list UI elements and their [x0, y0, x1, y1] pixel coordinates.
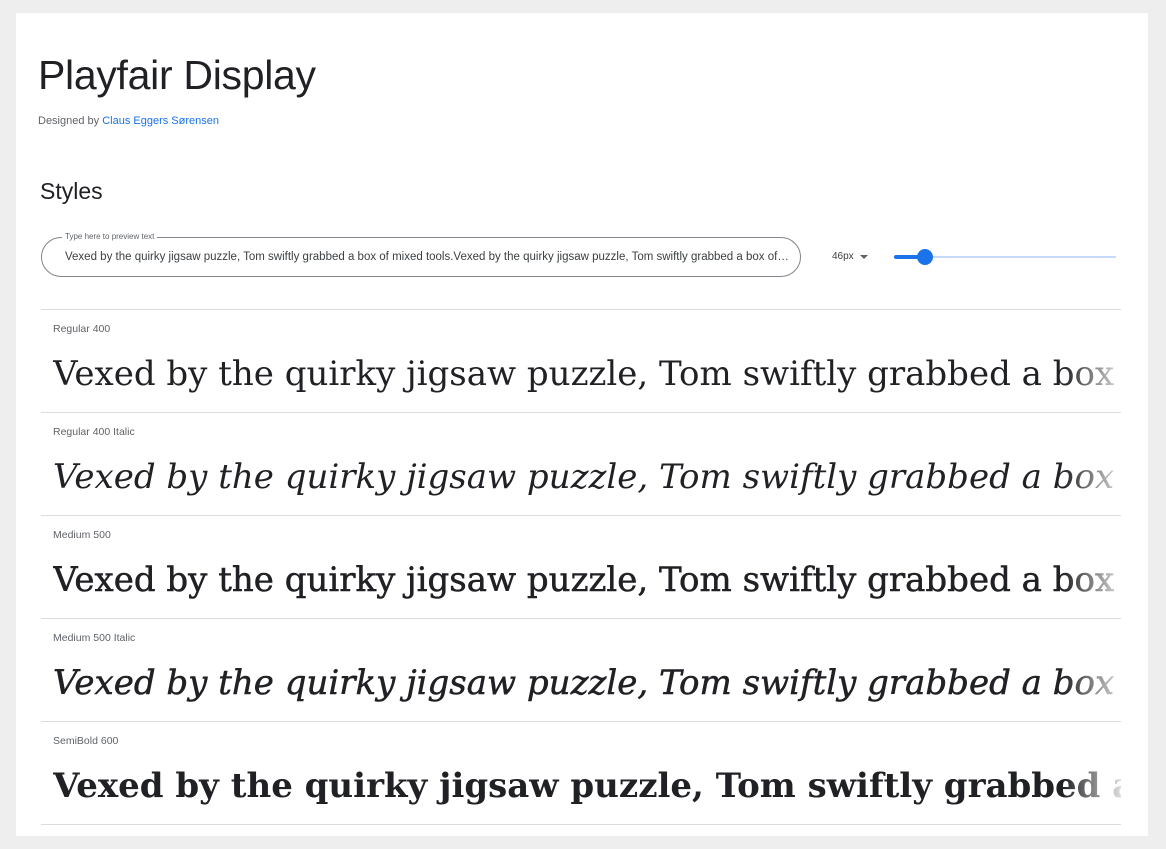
preview-text-input[interactable]: Vexed by the quirky jigsaw puzzle, Tom s… [65, 249, 791, 265]
designed-by-label: Designed by [38, 115, 100, 127]
style-sample-text: Vexed by the quirky jigsaw puzzle, Tom s… [53, 354, 1121, 394]
style-name: Regular 400 [53, 323, 111, 335]
preview-text-field[interactable]: Type here to preview text Vexed by the q… [41, 232, 801, 277]
font-size-dropdown[interactable]: 46px [832, 251, 868, 262]
style-sample-text: Vexed by the quirky jigsaw puzzle, Tom s… [53, 663, 1121, 704]
designer-link[interactable]: Claus Eggers Sørensen [102, 115, 219, 127]
font-size-value: 46px [832, 251, 854, 262]
style-name: Medium 500 [53, 529, 111, 541]
font-family-title: Playfair Display [38, 52, 316, 98]
designer-credit: Designed by Claus Eggers Sørensen [38, 115, 219, 127]
slider-thumb[interactable] [917, 249, 934, 265]
styles-list: Regular 400 Vexed by the quirky jigsaw p… [41, 309, 1121, 825]
preview-text-label: Type here to preview text [62, 232, 158, 242]
font-detail-card: Playfair Display Designed by Claus Egger… [16, 13, 1148, 836]
style-sample-text: Vexed by the quirky jigsaw puzzle, Tom s… [53, 457, 1121, 497]
style-name: SemiBold 600 [53, 735, 119, 747]
style-row: Regular 400 Vexed by the quirky jigsaw p… [41, 309, 1121, 412]
style-row: Medium 500 Italic Vexed by the quirky ji… [41, 618, 1121, 721]
style-sample-text: Vexed by the quirky jigsaw puzzle, Tom s… [53, 560, 1121, 601]
style-row: Medium 500 Vexed by the quirky jigsaw pu… [41, 515, 1121, 618]
style-row: SemiBold 600 Vexed by the quirky jigsaw … [41, 721, 1121, 825]
styles-heading: Styles [40, 178, 103, 204]
style-sample-text: Vexed by the quirky jigsaw puzzle, Tom s… [53, 766, 1121, 806]
font-size-slider[interactable] [894, 247, 1116, 267]
style-row: Regular 400 Italic Vexed by the quirky j… [41, 412, 1121, 515]
style-name: Regular 400 Italic [53, 426, 135, 438]
chevron-down-icon [859, 254, 868, 259]
style-name: Medium 500 Italic [53, 632, 136, 644]
